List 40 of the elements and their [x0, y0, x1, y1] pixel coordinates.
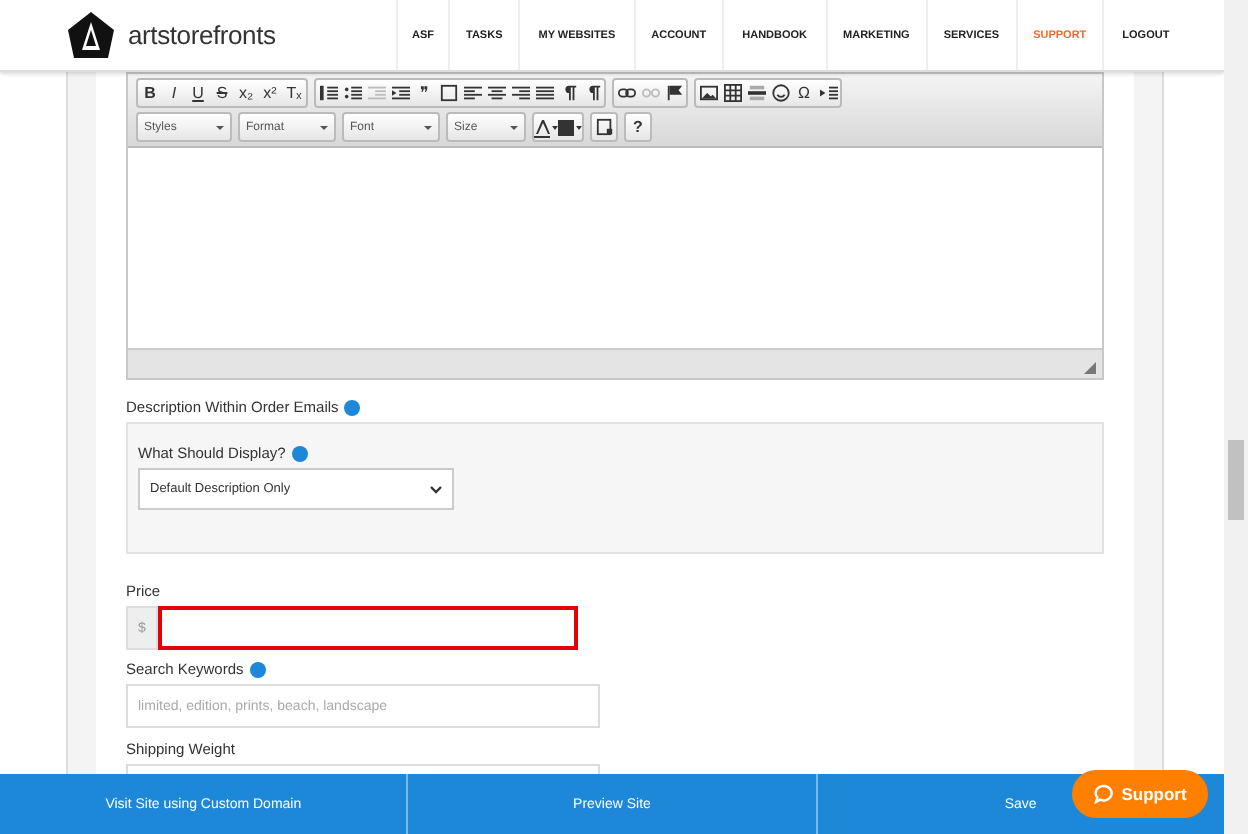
horizontal-rule-icon[interactable]	[747, 84, 765, 102]
bullet-list-icon[interactable]	[343, 84, 361, 102]
brand-name[interactable]: artstorefronts	[128, 20, 276, 50]
resize-grip-icon[interactable]	[1084, 362, 1096, 374]
toolbar-button[interactable]: U	[186, 80, 210, 106]
page-break-icon[interactable]	[819, 84, 837, 102]
background-color-icon[interactable]	[558, 117, 582, 137]
help-icon[interactable]	[249, 661, 266, 677]
table-icon[interactable]	[723, 84, 741, 102]
toolbar-button[interactable]: I	[162, 80, 186, 106]
toolbar-button[interactable]: x²	[258, 80, 282, 106]
link-icon[interactable]	[617, 84, 635, 102]
smiley-icon[interactable]	[771, 84, 789, 102]
image-icon[interactable]	[699, 84, 717, 102]
chat-bubble-icon	[1093, 784, 1114, 804]
toolbar-button[interactable]: ❞	[412, 80, 436, 106]
scrollbar[interactable]	[1224, 0, 1248, 834]
maximize-icon[interactable]	[595, 118, 613, 136]
justify-icon[interactable]	[535, 84, 553, 102]
logo-icon[interactable]	[66, 10, 116, 60]
numbered-list-icon[interactable]	[319, 84, 337, 102]
flag-icon[interactable]	[665, 84, 683, 102]
help-icon[interactable]	[291, 445, 308, 461]
toolbar-button[interactable]: x₂	[234, 80, 258, 106]
align-center-icon[interactable]	[487, 84, 505, 102]
pilcrow-icon[interactable]	[559, 84, 577, 102]
help-button[interactable]: ?	[626, 114, 650, 140]
toolbar-button[interactable]: S	[210, 80, 234, 106]
div-icon[interactable]	[439, 84, 457, 102]
toolbar-button[interactable]: Ω	[792, 80, 816, 106]
text-color-icon[interactable]	[534, 117, 558, 137]
price-field[interactable]	[158, 606, 578, 650]
align-right-icon[interactable]	[511, 84, 529, 102]
toolbar-button[interactable]: B	[138, 80, 162, 106]
pilcrow-icon[interactable]	[583, 84, 601, 102]
align-left-icon[interactable]	[463, 84, 481, 102]
toolbar-button[interactable]: Tₓ	[282, 80, 306, 106]
indent-icon[interactable]	[391, 84, 409, 102]
help-icon[interactable]	[344, 399, 361, 415]
chevron-down-icon	[430, 485, 442, 493]
